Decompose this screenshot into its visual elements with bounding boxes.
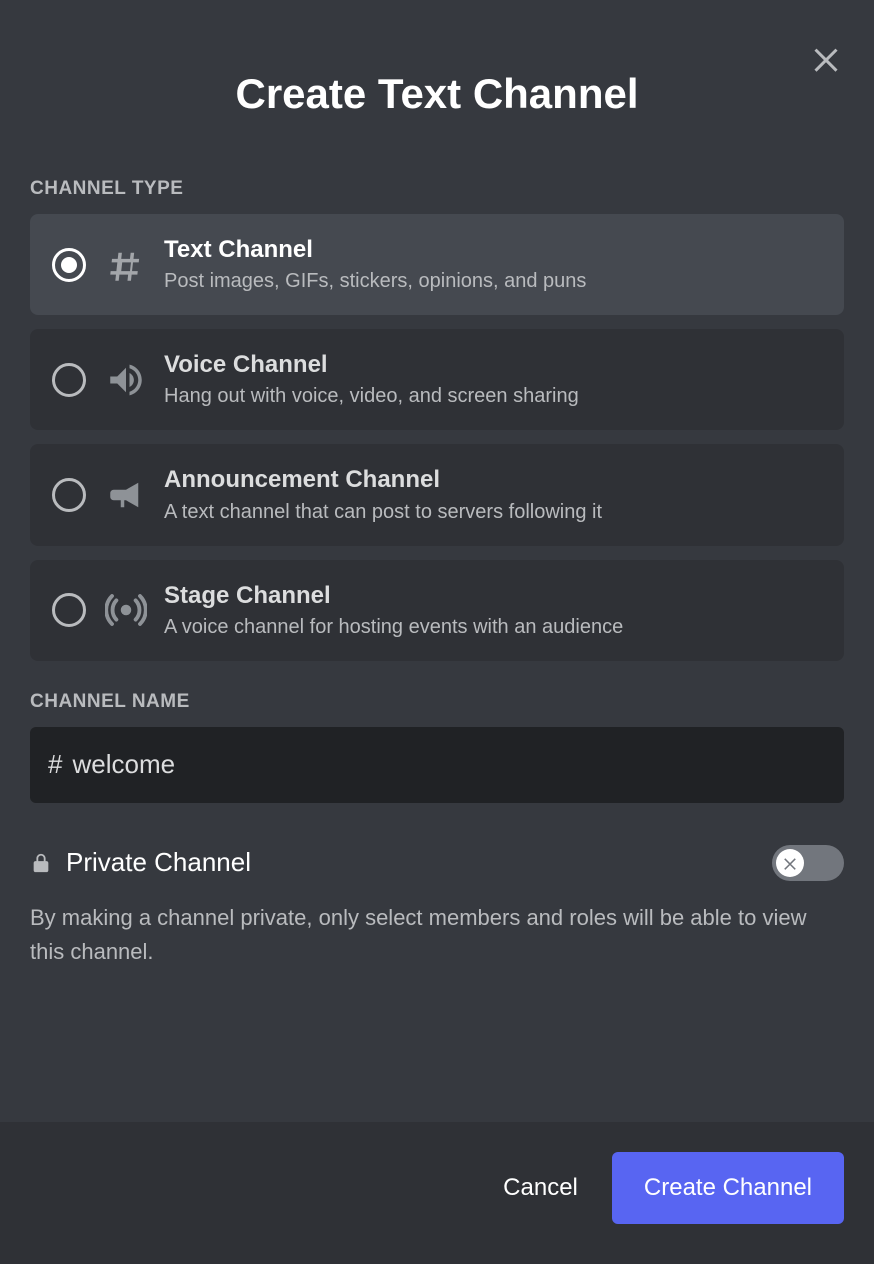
modal-title: Create Text Channel	[30, 70, 844, 118]
radio-stage[interactable]	[52, 593, 86, 627]
private-channel-row: Private Channel	[30, 845, 844, 881]
modal-footer: Cancel Create Channel	[0, 1122, 874, 1264]
option-desc: A voice channel for hosting events with …	[164, 613, 822, 641]
create-channel-modal: Create Text Channel CHANNEL TYPE Text Ch…	[0, 0, 874, 1264]
private-channel-label: Private Channel	[66, 847, 772, 878]
hash-prefix-icon: #	[48, 749, 62, 780]
channel-type-text[interactable]: Text Channel Post images, GIFs, stickers…	[30, 214, 844, 315]
radio-voice[interactable]	[52, 363, 86, 397]
option-desc: Hang out with voice, video, and screen s…	[164, 382, 822, 410]
private-channel-toggle[interactable]	[772, 845, 844, 881]
close-button[interactable]	[808, 40, 844, 76]
option-title: Voice Channel	[164, 349, 822, 380]
modal-header: Create Text Channel	[0, 0, 874, 148]
private-channel-description: By making a channel private, only select…	[30, 901, 844, 969]
hash-icon	[104, 243, 148, 287]
channel-name-input[interactable]	[72, 727, 826, 803]
channel-type-voice[interactable]: Voice Channel Hang out with voice, video…	[30, 329, 844, 430]
radio-text[interactable]	[52, 248, 86, 282]
modal-content: CHANNEL TYPE Text Channel Post images, G…	[0, 148, 874, 1122]
stage-icon	[104, 588, 148, 632]
option-text-body: Announcement Channel A text channel that…	[164, 464, 822, 525]
megaphone-icon	[104, 473, 148, 517]
cancel-button[interactable]: Cancel	[503, 1174, 578, 1202]
toggle-thumb	[776, 849, 804, 877]
channel-type-stage[interactable]: Stage Channel A voice channel for hostin…	[30, 560, 844, 661]
channel-name-label: CHANNEL NAME	[30, 691, 844, 713]
option-title: Announcement Channel	[164, 464, 822, 495]
channel-type-announcement[interactable]: Announcement Channel A text channel that…	[30, 444, 844, 545]
lock-icon	[30, 850, 52, 876]
option-title: Text Channel	[164, 234, 822, 265]
close-icon	[808, 40, 844, 76]
speaker-icon	[104, 358, 148, 402]
channel-type-label: CHANNEL TYPE	[30, 178, 844, 200]
option-title: Stage Channel	[164, 580, 822, 611]
radio-announcement[interactable]	[52, 478, 86, 512]
create-channel-button[interactable]: Create Channel	[612, 1152, 844, 1224]
option-text-body: Voice Channel Hang out with voice, video…	[164, 349, 822, 410]
option-text-body: Stage Channel A voice channel for hostin…	[164, 580, 822, 641]
channel-name-field[interactable]: #	[30, 727, 844, 803]
option-desc: Post images, GIFs, stickers, opinions, a…	[164, 267, 822, 295]
option-desc: A text channel that can post to servers …	[164, 498, 822, 526]
toggle-off-icon	[781, 854, 799, 872]
option-text-body: Text Channel Post images, GIFs, stickers…	[164, 234, 822, 295]
